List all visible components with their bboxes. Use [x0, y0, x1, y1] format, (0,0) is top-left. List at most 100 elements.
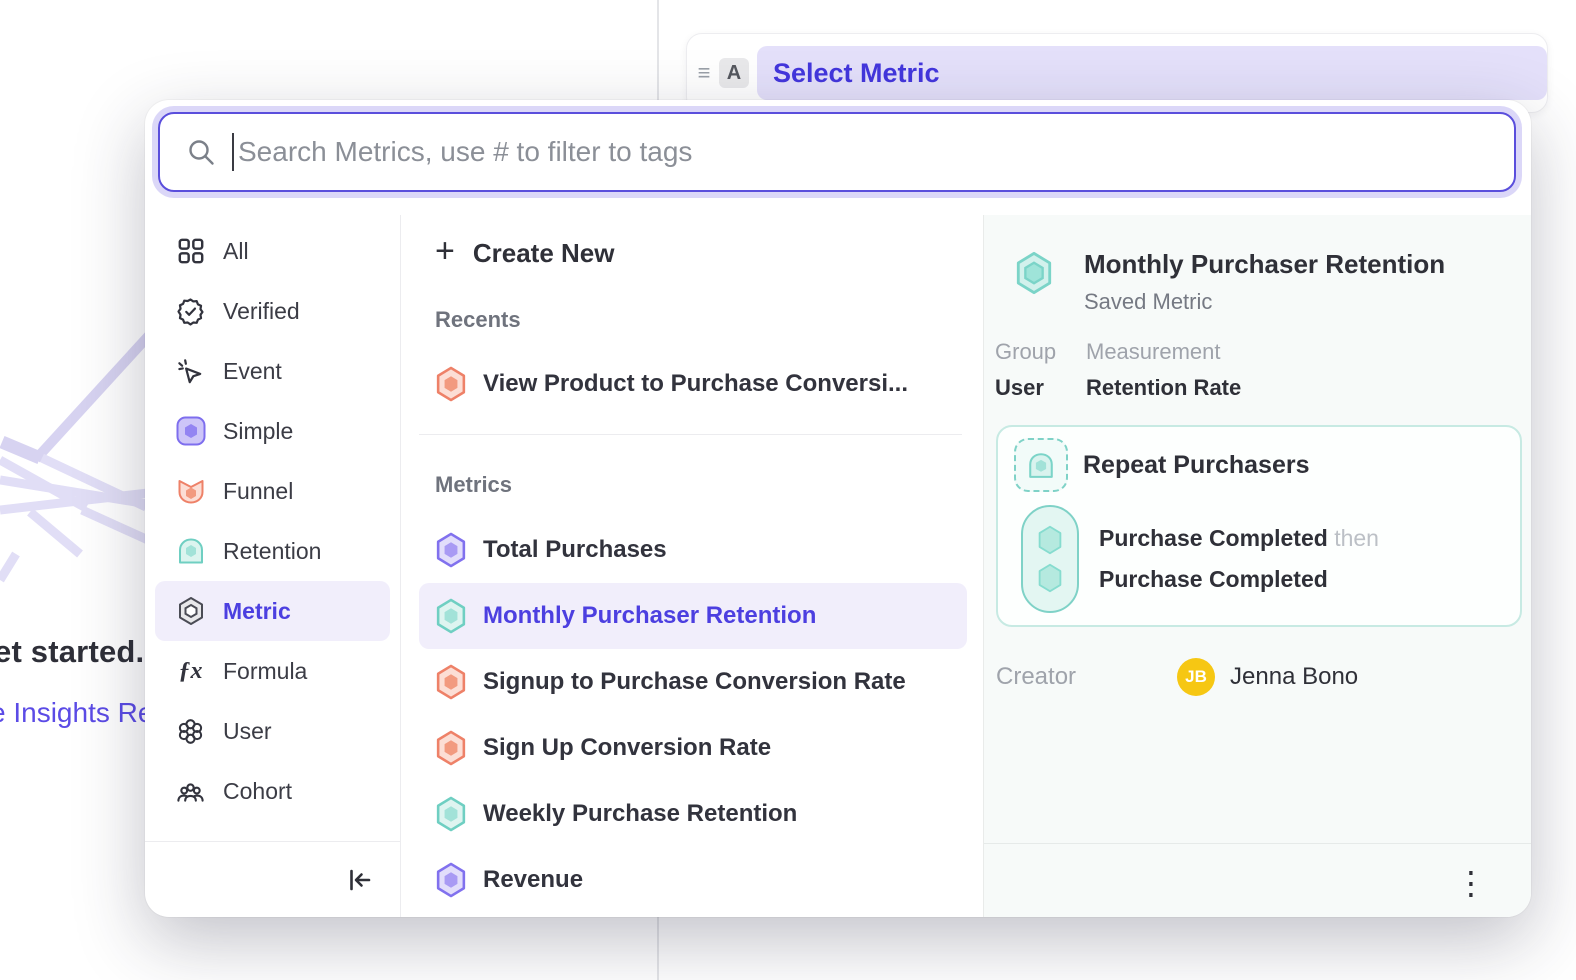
metric-item-label: Total Purchases	[483, 536, 667, 564]
sidebar-item-label: Cohort	[223, 778, 292, 805]
select-metric-label: Select Metric	[773, 58, 940, 89]
recent-item[interactable]: View Product to Purchase Conversi...	[419, 360, 983, 408]
metric-item-label: Monthly Purchaser Retention	[483, 602, 816, 630]
connector-then: then	[1334, 525, 1379, 551]
detail-footer: ⋮	[984, 843, 1531, 917]
collapse-left-icon	[346, 866, 374, 894]
formula-icon: ƒx	[175, 656, 206, 687]
background-link[interactable]: e Insights Re	[0, 697, 153, 729]
sidebar-item-label: Verified	[223, 298, 300, 325]
creator-name: Jenna Bono	[1230, 663, 1358, 691]
retention-step-icon	[1014, 438, 1068, 492]
metrics-list: Total Purchases Monthly Purchaser Retent…	[419, 517, 983, 913]
event-sequence-capsule	[1021, 505, 1079, 613]
sidebar-item-all[interactable]: All	[155, 221, 390, 281]
filter-sidebar: All Verified	[145, 215, 400, 917]
metric-item-signup-to-purchase-conversion-rate[interactable]: Signup to Purchase Conversion Rate	[419, 649, 967, 715]
create-new-label: Create New	[473, 238, 615, 269]
sidebar-item-cohort[interactable]: Cohort	[155, 761, 390, 821]
metric-item-total-purchases[interactable]: Total Purchases	[419, 517, 967, 583]
more-options-button[interactable]: ⋮	[1447, 860, 1495, 906]
recents-header: Recents	[419, 307, 983, 333]
metric-item-monthly-purchaser-retention[interactable]: Monthly Purchaser Retention	[419, 583, 967, 649]
create-new-button[interactable]: + Create New	[419, 231, 983, 275]
sidebar-item-label: Event	[223, 358, 282, 385]
group-value: User	[995, 375, 1086, 401]
event-hex-icon	[1036, 563, 1064, 593]
drag-handle-icon[interactable]: ≡	[693, 62, 715, 84]
retention-metric-icon	[175, 536, 206, 567]
metric-item-label: Weekly Purchase Retention	[483, 800, 797, 828]
funnel-metric-hex-icon	[435, 366, 467, 402]
sidebar-item-label: All	[223, 238, 249, 265]
event-metric-hex-icon	[435, 862, 467, 898]
metric-item-weekly-purchase-retention[interactable]: Weekly Purchase Retention	[419, 781, 967, 847]
metric-list-panel: + Create New Recents View Product to Pur…	[400, 215, 983, 917]
sidebar-item-label: User	[223, 718, 272, 745]
grid-icon	[175, 236, 206, 267]
retention-metric-hex-icon	[435, 598, 467, 634]
metric-picker-modal: All Verified	[145, 100, 1531, 917]
funnel-metric-hex-icon	[435, 730, 467, 766]
metric-item-label: Signup to Purchase Conversion Rate	[483, 668, 906, 696]
select-metric-button[interactable]: Select Metric	[757, 46, 1547, 100]
measurement-value: Retention Rate	[1086, 375, 1241, 401]
measurement-label: Measurement	[1086, 339, 1241, 365]
sidebar-item-formula[interactable]: ƒx Formula	[155, 641, 390, 701]
search-input[interactable]	[238, 136, 1494, 168]
sidebar-item-event[interactable]: Event	[155, 341, 390, 401]
creator-row: Creator JB Jenna Bono	[996, 658, 1516, 696]
background-headline: et started.	[0, 634, 144, 670]
funnel-metric-hex-icon	[435, 664, 467, 700]
sidebar-item-funnel[interactable]: Funnel	[155, 461, 390, 521]
metrics-header: Metrics	[419, 472, 983, 498]
user-profile-icon	[175, 716, 206, 747]
sidebar-item-label: Metric	[223, 598, 291, 625]
simple-metric-icon	[175, 416, 206, 447]
detail-title: Monthly Purchaser Retention	[1084, 249, 1445, 280]
metric-item-label: Sign Up Conversion Rate	[483, 734, 771, 762]
event-metric-hex-icon	[435, 532, 467, 568]
sidebar-item-simple[interactable]: Simple	[155, 401, 390, 461]
background-illustration	[0, 330, 160, 610]
creator-avatar: JB	[1177, 658, 1215, 696]
group-label: Group	[995, 339, 1086, 365]
section-divider	[419, 434, 962, 435]
sidebar-item-label: Retention	[223, 538, 321, 565]
definition-step-1: Purchase Completed then	[1099, 525, 1379, 552]
definition-step-2: Purchase Completed	[1099, 566, 1328, 593]
search-bar[interactable]	[158, 112, 1516, 192]
creator-label: Creator	[996, 663, 1076, 691]
verified-badge-icon	[175, 296, 206, 327]
metric-item-sign-up-conversion-rate[interactable]: Sign Up Conversion Rate	[419, 715, 967, 781]
recent-item-label: View Product to Purchase Conversi...	[483, 370, 908, 398]
metric-item-label: Revenue	[483, 866, 583, 894]
detail-subtitle: Saved Metric	[1084, 289, 1445, 315]
series-letter-badge: A	[719, 58, 749, 88]
sidebar-item-label: Funnel	[223, 478, 293, 505]
screen: et started. e Insights Re ≡ A Select Met…	[0, 0, 1576, 980]
plus-icon: +	[435, 234, 455, 268]
metric-detail-panel: Monthly Purchaser Retention Saved Metric…	[983, 215, 1531, 917]
search-icon	[186, 137, 216, 167]
metric-item-revenue[interactable]: Revenue	[419, 847, 967, 913]
detail-meta: Group User Measurement Retention Rate	[995, 339, 1241, 401]
retention-metric-hex-icon	[435, 796, 467, 832]
funnel-metric-icon	[175, 476, 206, 507]
saved-metric-hex-icon	[1014, 251, 1054, 295]
metric-hexagon-icon	[175, 596, 206, 627]
sidebar-item-user[interactable]: User	[155, 701, 390, 761]
text-caret	[232, 133, 234, 171]
sidebar-item-verified[interactable]: Verified	[155, 281, 390, 341]
event-hex-icon	[1036, 525, 1064, 555]
sidebar-item-label: Simple	[223, 418, 293, 445]
sidebar-item-label: Formula	[223, 658, 307, 685]
metric-definition-card: Repeat Purchasers Purchase Completed the…	[996, 425, 1522, 627]
sidebar-item-metric[interactable]: Metric	[155, 581, 390, 641]
event-cursor-icon	[175, 356, 206, 387]
collapse-sidebar-button[interactable]	[346, 866, 374, 899]
definition-title: Repeat Purchasers	[1083, 451, 1310, 480]
sidebar-footer	[145, 841, 400, 917]
sidebar-item-retention[interactable]: Retention	[155, 521, 390, 581]
cohort-icon	[175, 776, 206, 807]
